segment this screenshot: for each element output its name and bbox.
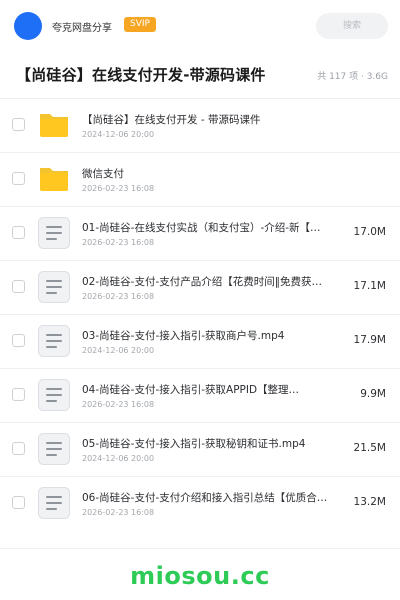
- svip-badge: SVIP: [124, 17, 156, 32]
- list-item[interactable]: 06-尚硅谷-支付-支付介绍和接入指引总结【优质合… 2026-02-23 16…: [0, 476, 400, 530]
- document-icon: [38, 379, 70, 411]
- file-list: 【尚硅谷】在线支付开发 - 带源码课件 2024-12-06 20:00 微信支…: [0, 98, 400, 530]
- page-title: 【尚硅谷】在线支付开发-带源码课件: [16, 66, 266, 84]
- item-size: 17.9M: [353, 334, 386, 346]
- item-checkbox[interactable]: [12, 118, 25, 131]
- list-item[interactable]: 微信支付 2026-02-23 16:08: [0, 152, 400, 206]
- item-date: 2024-12-06 20:00: [82, 346, 155, 355]
- item-date: 2026-02-23 16:08: [82, 400, 155, 409]
- item-date: 2026-02-23 16:08: [82, 238, 155, 247]
- item-name: 06-尚硅谷-支付-支付介绍和接入指引总结【优质合…: [82, 492, 328, 504]
- item-name: 【尚硅谷】在线支付开发 - 带源码课件: [82, 114, 261, 126]
- list-item[interactable]: 04-尚硅谷-支付-接入指引-获取APPID【整理… 2026-02-23 16…: [0, 368, 400, 422]
- item-checkbox[interactable]: [12, 226, 25, 239]
- list-item[interactable]: 01-尚硅谷-在线支付实战（和支付宝）-介绍-新【… 2026-02-23 16…: [0, 206, 400, 260]
- avatar[interactable]: [14, 12, 42, 40]
- item-name: 04-尚硅谷-支付-接入指引-获取APPID【整理…: [82, 384, 300, 396]
- item-size: 17.0M: [353, 226, 386, 238]
- list-item[interactable]: 03-尚硅谷-支付-接入指引-获取商户号.mp4 2024-12-06 20:0…: [0, 314, 400, 368]
- item-date: 2026-02-23 16:08: [82, 508, 155, 517]
- folder-header: 【尚硅谷】在线支付开发-带源码课件 共 117 项 · 3.6G: [0, 58, 400, 94]
- item-size: 21.5M: [353, 442, 386, 454]
- user-name[interactable]: 夸克网盘分享: [52, 19, 112, 34]
- item-checkbox[interactable]: [12, 280, 25, 293]
- list-item[interactable]: 05-尚硅谷-支付-接入指引-获取秘钥和证书.mp4 2024-12-06 20…: [0, 422, 400, 476]
- top-bar: 夸克网盘分享 SVIP 搜索: [0, 0, 400, 52]
- item-date: 2026-02-23 16:08: [82, 292, 155, 301]
- item-checkbox[interactable]: [12, 172, 25, 185]
- list-item[interactable]: 02-尚硅谷-支付-支付产品介绍【花费时间‖免费获… 2026-02-23 16…: [0, 260, 400, 314]
- item-name: 微信支付: [82, 168, 124, 180]
- document-icon: [38, 325, 70, 357]
- item-checkbox[interactable]: [12, 442, 25, 455]
- item-size: 13.2M: [353, 496, 386, 508]
- folder-meta: 共 117 项 · 3.6G: [317, 72, 388, 82]
- item-date: 2026-02-23 16:08: [82, 184, 155, 193]
- search-button[interactable]: 搜索: [316, 13, 388, 39]
- item-name: 02-尚硅谷-支付-支付产品介绍【花费时间‖免费获…: [82, 276, 322, 288]
- item-date: 2024-12-06 20:00: [82, 130, 155, 139]
- watermark: miosou.cc: [130, 562, 270, 590]
- item-name: 03-尚硅谷-支付-接入指引-获取商户号.mp4: [82, 330, 285, 342]
- item-name: 05-尚硅谷-支付-接入指引-获取秘钥和证书.mp4: [82, 438, 306, 450]
- document-icon: [38, 271, 70, 303]
- item-size: 17.1M: [353, 280, 386, 292]
- item-checkbox[interactable]: [12, 496, 25, 509]
- document-icon: [38, 217, 70, 249]
- document-icon: [38, 433, 70, 465]
- divider: [0, 548, 400, 549]
- item-checkbox[interactable]: [12, 388, 25, 401]
- folder-icon: [40, 114, 68, 137]
- item-size: 9.9M: [360, 388, 386, 400]
- item-date: 2024-12-06 20:00: [82, 454, 155, 463]
- list-item[interactable]: 【尚硅谷】在线支付开发 - 带源码课件 2024-12-06 20:00: [0, 98, 400, 152]
- item-checkbox[interactable]: [12, 334, 25, 347]
- item-name: 01-尚硅谷-在线支付实战（和支付宝）-介绍-新【…: [82, 222, 321, 234]
- folder-icon: [40, 168, 68, 191]
- document-icon: [38, 487, 70, 519]
